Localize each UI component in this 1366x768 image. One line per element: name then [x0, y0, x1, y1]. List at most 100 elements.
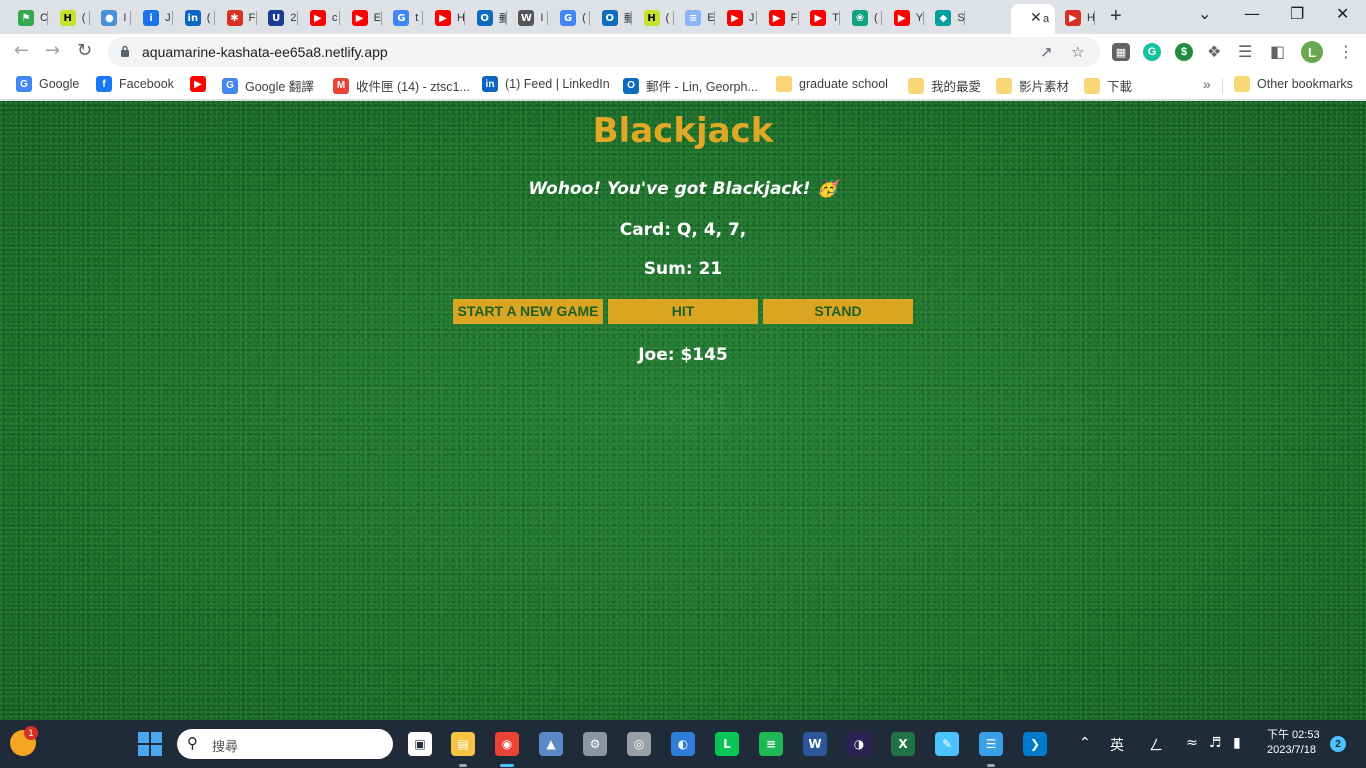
tab-search-chevron-icon[interactable]: ⌄ [1198, 4, 1211, 23]
bookmark-item[interactable]: G Google 翻譯 [222, 76, 314, 95]
browser-tab[interactable]: ▶ H [425, 4, 465, 32]
notepad-icon[interactable]: ☰ [979, 732, 1003, 756]
browser-tab[interactable]: ▶ E [342, 4, 382, 32]
word-icon[interactable]: W [803, 732, 827, 756]
other-bookmarks[interactable]: Other bookmarks [1234, 76, 1353, 92]
start-new-game-button[interactable]: START A NEW GAME [453, 299, 603, 324]
line-icon[interactable]: L [715, 732, 739, 756]
bookmark-item[interactable]: in (1) Feed | LinkedIn [482, 76, 610, 92]
more-bookmarks-chevron[interactable]: » [1203, 76, 1211, 92]
ime-language[interactable]: 英 [1110, 735, 1124, 755]
start-button[interactable] [138, 732, 162, 756]
address-bar[interactable]: aquamarine-kashata-ee65a8.netlify.app ↗ … [108, 37, 1100, 67]
dollar-extension-icon[interactable]: $ [1175, 43, 1193, 61]
clock[interactable]: 下午 02:53 2023/7/18 [1267, 728, 1320, 758]
close-tab-icon[interactable]: ✕ [1030, 9, 1042, 26]
running-indicator [987, 764, 995, 767]
stand-button[interactable]: STAND [763, 299, 913, 324]
photos-icon[interactable]: ▲ [539, 732, 563, 756]
tab-separator [172, 11, 174, 25]
bookmark-item[interactable]: M 收件匣 (14) - ztsc1... [333, 76, 470, 95]
edge-icon[interactable]: ◐ [671, 732, 695, 756]
forward-icon[interactable]: → [45, 40, 60, 61]
bookmark-item[interactable]: 下載 [1084, 76, 1132, 95]
browser-tab[interactable]: G( [550, 4, 591, 32]
browser-tab[interactable]: ◆ S [925, 4, 966, 32]
extension-icon[interactable]: ▦ [1112, 43, 1130, 61]
spotify-icon[interactable]: ≡ [759, 732, 783, 756]
browser-tab[interactable]: ▶ c [300, 4, 340, 32]
browser-tab[interactable]: ▶ H [1055, 4, 1095, 32]
back-icon[interactable]: ← [14, 40, 29, 61]
profile-avatar[interactable]: L [1301, 41, 1323, 63]
browser-tab[interactable]: WI [508, 4, 549, 32]
paint-icon[interactable]: ✎ [935, 732, 959, 756]
browser-tab[interactable]: ▶ J [717, 4, 757, 32]
taskbar-search[interactable]: ⚲ 搜尋 [177, 729, 393, 759]
browser-tab[interactable]: ❀( [842, 4, 882, 32]
bookmark-label: Facebook [119, 77, 174, 91]
minimize-icon[interactable]: — [1244, 4, 1260, 23]
tray-chevron-up-icon[interactable]: ⌃ [1079, 735, 1091, 751]
ime-mode[interactable]: ㄥ [1149, 735, 1163, 755]
game-message: Wohoo! You've got Blackjack! 🥳 [528, 179, 838, 199]
browser-tab[interactable]: O郵 [467, 4, 507, 32]
browser-tab[interactable]: ≡ E [675, 4, 716, 32]
bookmark-item[interactable]: G Google [16, 76, 79, 92]
browser-tab[interactable]: iJ [133, 4, 174, 32]
wifi-icon[interactable]: ≈ [1186, 735, 1198, 751]
puzzle-icon[interactable]: ❖ [1207, 42, 1221, 61]
url-text[interactable]: aquamarine-kashata-ee65a8.netlify.app [142, 44, 388, 60]
share-icon[interactable]: ↗ [1040, 43, 1053, 61]
browser-tab[interactable]: ● I [91, 4, 132, 32]
bookmark-item[interactable]: graduate school [776, 76, 888, 92]
bookmark-item[interactable]: 我的最愛 [908, 76, 981, 95]
browser-tab[interactable]: ▶ F [759, 4, 799, 32]
browser-tab[interactable]: ▶ T [800, 4, 841, 32]
grammarly-icon[interactable]: G [1143, 43, 1161, 61]
notification-count[interactable]: 2 [1330, 736, 1346, 752]
eclipse-icon[interactable]: ◑ [847, 732, 871, 756]
bookmark-item[interactable]: O 郵件 - Lin, Georph... [623, 76, 758, 95]
volume-icon[interactable]: ♬ [1209, 735, 1222, 751]
bookmark-item[interactable]: ▶ [190, 76, 213, 92]
excel-icon[interactable]: X [891, 732, 915, 756]
browser-tab[interactable]: H( [634, 4, 674, 32]
folder-icon [996, 77, 1012, 94]
weather-badge: 1 [24, 726, 38, 740]
window-close-icon[interactable]: ✕ [1336, 4, 1349, 23]
media-icon[interactable]: ◎ [627, 732, 651, 756]
browser-tab[interactable]: U2 [258, 4, 299, 32]
browser-tab[interactable]: ✱ F [217, 4, 257, 32]
chrome-icon[interactable]: ◉ [495, 732, 519, 756]
task-view-icon[interactable]: ▣ [408, 732, 432, 756]
menu-icon[interactable]: ⋮ [1338, 42, 1354, 61]
bookmark-item[interactable]: f Facebook [96, 76, 174, 92]
vscode-icon[interactable]: ❯ [1023, 732, 1047, 756]
hit-button[interactable]: HIT [608, 299, 758, 324]
new-tab-plus-icon[interactable]: + [1110, 5, 1122, 28]
bookmark-label: Google 翻譯 [245, 80, 314, 94]
outlook-icon: O [601, 10, 618, 26]
browser-tab[interactable]: O郵 [592, 4, 632, 32]
maximize-icon[interactable]: ❐ [1290, 4, 1304, 23]
bookmark-star-icon[interactable]: ☆ [1071, 43, 1084, 61]
browser-tab[interactable]: ▶ Y [884, 4, 924, 32]
browser-tab[interactable]: ⚑ C [8, 4, 48, 32]
settings-icon[interactable]: ⚙ [583, 732, 607, 756]
side-panel-icon[interactable]: ◧ [1270, 42, 1285, 61]
browser-tab[interactable]: in( [175, 4, 215, 32]
browser-tab[interactable]: Gt [383, 4, 424, 32]
folder-icon [1234, 76, 1250, 92]
running-indicator [500, 764, 514, 767]
bookmark-item[interactable]: 影片素材 [996, 76, 1069, 95]
browser-tab[interactable]: H( [50, 4, 90, 32]
file-explorer-icon[interactable]: ▤ [451, 732, 475, 756]
battery-icon[interactable]: ▮ [1233, 735, 1241, 751]
media-control-icon[interactable]: ☰ [1238, 42, 1252, 61]
reload-icon[interactable]: ↻ [77, 40, 92, 61]
chatgpt-icon: ❀ [852, 10, 868, 26]
game-title: Blackjack [592, 111, 774, 151]
tab-separator [714, 11, 716, 25]
google-icon: G [393, 10, 410, 26]
